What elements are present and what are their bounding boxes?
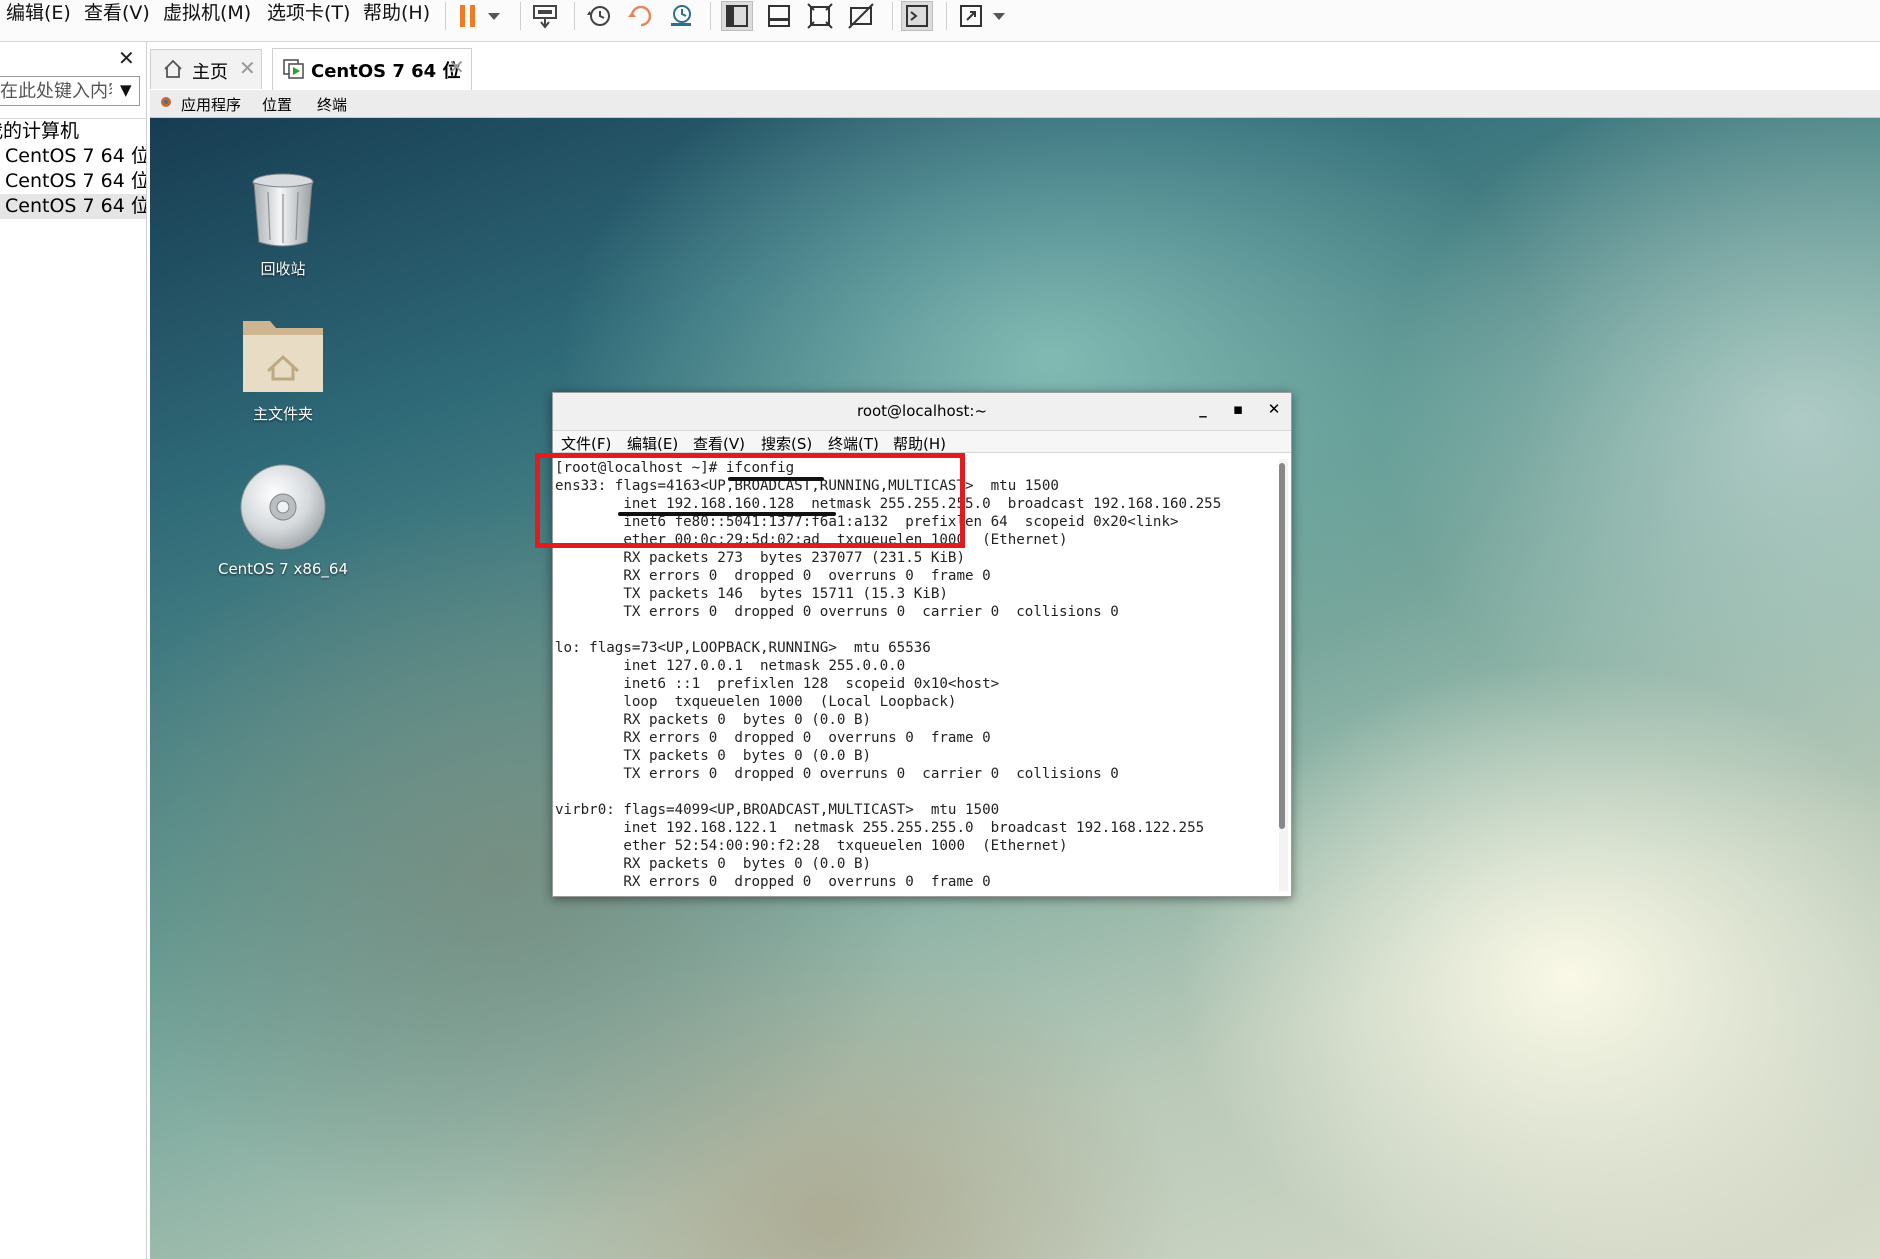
terminal-menu-view[interactable]: 查看(V): [693, 433, 745, 454]
terminal-line: TX errors 0 dropped 0 overruns 0 carrier…: [555, 604, 1119, 620]
guest-top-bar: 应用程序 位置 终端: [150, 90, 1880, 118]
terminal-line: RX errors 0 dropped 0 overruns 0 frame 0: [555, 730, 991, 746]
console-icon[interactable]: [901, 1, 933, 31]
tab-label: 主页: [192, 62, 228, 83]
annotation-highlight-box: [535, 453, 965, 548]
scrollbar-thumb[interactable]: [1279, 463, 1285, 829]
close-icon[interactable]: ✕: [118, 46, 135, 70]
snapshot-icon[interactable]: [583, 1, 615, 31]
terminal-line: TX packets 0 bytes 0 (0.0 B): [555, 748, 872, 764]
menu-edit[interactable]: 编辑(E): [6, 0, 71, 28]
thumbnail-view-icon[interactable]: [763, 1, 795, 31]
applications-icon: [159, 94, 173, 114]
terminal-menubar: 文件(F) 编辑(E) 查看(V) 搜索(S) 终端(T) 帮助(H): [553, 431, 1291, 453]
window-title: root@localhost:~: [856, 402, 988, 420]
tree-item-my-computer[interactable]: 我的计算机: [0, 119, 146, 144]
maximize-icon[interactable]: ▪: [1228, 400, 1248, 420]
tab-vm[interactable]: CentOS 7 64 位 ✕: [272, 48, 472, 90]
fit-guest-icon[interactable]: [804, 1, 836, 31]
terminal-line: RX errors 0 dropped 0 overruns 0 frame 0: [555, 874, 991, 890]
menu-view[interactable]: 查看(V): [84, 0, 150, 28]
terminal-menu-edit[interactable]: 编辑(E): [627, 433, 678, 454]
send-ctrl-alt-del-icon[interactable]: [529, 1, 561, 31]
unity-icon[interactable]: [845, 1, 877, 31]
toolbar-separator: [520, 2, 521, 30]
home-icon: [163, 59, 183, 84]
desktop-icon-trash[interactable]: 回收站: [213, 170, 353, 279]
places-menu[interactable]: 位置: [262, 94, 292, 115]
toolbar-separator: [574, 2, 575, 30]
minimize-icon[interactable]: _: [1193, 400, 1213, 420]
toolbar-separator: [892, 2, 893, 30]
terminal-line: RX packets 0 bytes 0 (0.0 B): [555, 712, 872, 728]
menu-tabs[interactable]: 选项卡(T): [267, 0, 350, 28]
menu-vm[interactable]: 虚拟机(M): [163, 0, 251, 28]
library-tree: 我的计算机 CentOS 7 64 位2 CentOS 7 64 位4 Cent…: [0, 118, 146, 219]
close-icon[interactable]: ✕: [1264, 400, 1284, 420]
search-input[interactable]: [0, 77, 112, 105]
tree-item-vm-selected[interactable]: CentOS 7 64 位: [0, 194, 146, 219]
terminal-menu-search[interactable]: 搜索(S): [761, 433, 812, 454]
chevron-down-icon[interactable]: ▼: [120, 81, 132, 99]
annotation-underline: [618, 512, 836, 516]
library-panel: ✕ ▼ 我的计算机 CentOS 7 64 位2 CentOS 7 64 位4 …: [0, 42, 147, 1259]
terminal-line: inet6 ::1 prefixlen 128 scopeid 0x10<hos…: [555, 676, 1000, 692]
close-icon[interactable]: ✕: [239, 56, 256, 80]
toolbar-separator: [710, 2, 711, 30]
revert-snapshot-icon[interactable]: [625, 1, 657, 31]
home-folder-icon: [243, 321, 323, 392]
terminal-menu-terminal[interactable]: 终端(T): [828, 433, 879, 454]
fullscreen-dropdown-icon[interactable]: [988, 1, 1010, 31]
toolbar-separator: [445, 2, 446, 30]
terminal-menu-help[interactable]: 帮助(H): [893, 433, 946, 454]
desktop-icon-label: 回收站: [260, 260, 306, 278]
terminal-line: inet 192.168.122.1 netmask 255.255.255.0…: [555, 820, 1205, 836]
desktop-icon-label: 主文件夹: [252, 405, 313, 423]
terminal-line: loop txqueuelen 1000 (Local Loopback): [555, 694, 957, 710]
manage-snapshots-icon[interactable]: [665, 1, 697, 31]
terminal-line: ether 52:54:00:90:f2:28 txqueuelen 1000 …: [555, 838, 1068, 854]
vm-icon: [283, 59, 305, 84]
desktop-icon-home-folder[interactable]: 主文件夹: [213, 313, 353, 424]
tree-item-vm[interactable]: CentOS 7 64 位2: [0, 144, 146, 169]
menu-help[interactable]: 帮助(H): [363, 0, 430, 28]
disc-icon: [240, 464, 326, 550]
desktop-icon-dvd[interactable]: CentOS 7 x86_64: [213, 462, 353, 578]
tab-home[interactable]: 主页 ✕: [150, 49, 262, 89]
terminal-line: RX packets 273 bytes 237077 (231.5 KiB): [555, 550, 965, 566]
terminal-menu[interactable]: 终端: [317, 94, 347, 115]
terminal-line: RX packets 0 bytes 0 (0.0 B): [555, 856, 872, 872]
terminal-line: RX errors 0 dropped 0 overruns 0 frame 0: [555, 568, 991, 584]
annotation-underline: [728, 477, 824, 481]
tab-bar: 主页 ✕ CentOS 7 64 位 ✕: [150, 44, 1880, 90]
tab-label: CentOS 7 64 位: [311, 61, 461, 82]
menubar: 编辑(E) 查看(V) 虚拟机(M) 选项卡(T) 帮助(H): [0, 0, 1880, 42]
dropdown-icon[interactable]: [482, 1, 506, 31]
close-icon[interactable]: ✕: [448, 55, 465, 79]
terminal-line: TX packets 146 bytes 15711 (15.3 KiB): [555, 586, 948, 602]
terminal-line: virbr0: flags=4099<UP,BROADCAST,MULTICAS…: [555, 802, 1000, 818]
terminal-line: inet 127.0.0.1 netmask 255.0.0.0: [555, 658, 906, 674]
terminal-menu-file[interactable]: 文件(F): [561, 433, 611, 454]
library-view-icon[interactable]: [721, 1, 753, 31]
terminal-line: TX errors 0 dropped 0 overruns 0 carrier…: [555, 766, 1119, 782]
tree-item-vm[interactable]: CentOS 7 64 位4: [0, 169, 146, 194]
fullscreen-icon[interactable]: [955, 1, 987, 31]
library-search: ▼: [0, 76, 140, 106]
desktop-icon-label: CentOS 7 x86_64: [217, 560, 349, 578]
terminal-line: lo: flags=73<UP,LOOPBACK,RUNNING> mtu 65…: [555, 640, 931, 656]
pause-icon[interactable]: [452, 1, 484, 31]
toolbar-separator: [946, 2, 947, 30]
applications-menu[interactable]: 应用程序: [181, 94, 241, 115]
trash-icon: [252, 173, 314, 247]
terminal-titlebar[interactable]: root@localhost:~ _ ▪ ✕: [553, 393, 1291, 431]
